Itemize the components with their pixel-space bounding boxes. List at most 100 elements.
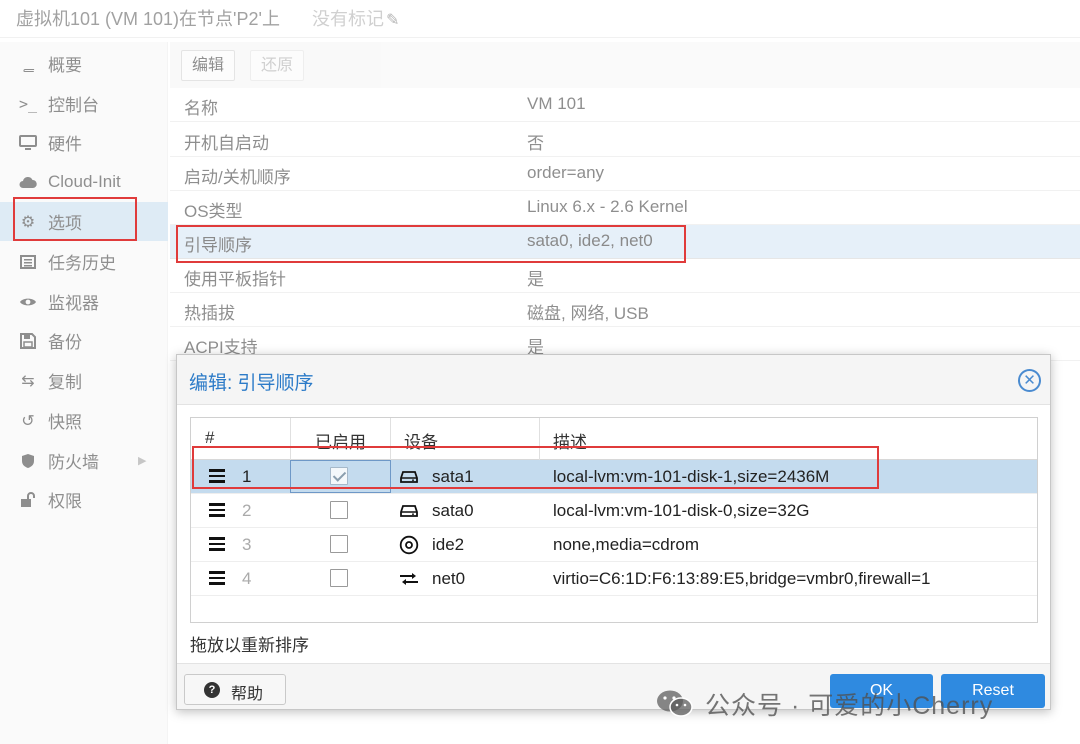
eye-icon bbox=[17, 292, 39, 312]
sidebar-item-summary[interactable]: 概要 bbox=[0, 44, 168, 83]
sidebar-item-label: 复制 bbox=[48, 373, 82, 392]
option-key: 引导顺序 bbox=[184, 236, 252, 255]
option-key: 名称 bbox=[184, 99, 218, 118]
help-button[interactable]: ? 帮助 bbox=[184, 674, 286, 705]
sidebar-item-cloud-init[interactable]: Cloud-Init bbox=[0, 162, 168, 201]
gear-icon: ⚙ bbox=[20, 213, 36, 231]
column-header-device[interactable]: 设备 bbox=[404, 428, 438, 453]
sidebar-item-label: 监视器 bbox=[48, 294, 99, 313]
dialog-footer: ? 帮助 OK Reset bbox=[177, 663, 1050, 709]
hdd-icon bbox=[399, 467, 419, 487]
sidebar-item-console[interactable]: >_ 控制台 bbox=[0, 84, 168, 123]
boot-row-sata0[interactable]: 2 sata0 local-lvm:vm-101-disk-0,size=32G bbox=[191, 494, 1037, 528]
option-key: 热插拔 bbox=[184, 304, 235, 323]
sidebar-item-label: 快照 bbox=[48, 413, 82, 432]
sidebar-item-label: Cloud-Init bbox=[48, 171, 121, 191]
option-key: OS类型 bbox=[184, 202, 243, 221]
book-icon bbox=[17, 54, 39, 74]
boot-order-grid: # 已启用 设备 描述 1 sata1 local-lvm:vm-101-dis… bbox=[190, 417, 1038, 623]
tags-edit[interactable]: 没有标记 ✎ bbox=[312, 5, 399, 31]
revert-button[interactable]: 还原 bbox=[250, 50, 305, 81]
options-row-ostype[interactable]: OS类型 Linux 6.x - 2.6 Kernel bbox=[170, 191, 1080, 225]
option-key: 启动/关机顺序 bbox=[184, 168, 291, 187]
terminal-icon: >_ bbox=[18, 94, 38, 113]
column-header-num[interactable]: # bbox=[205, 428, 214, 448]
sidebar-item-replication[interactable]: ⇆ 复制 bbox=[0, 361, 168, 400]
sidebar-item-label: 任务历史 bbox=[48, 254, 116, 273]
cdrom-icon bbox=[399, 535, 419, 555]
option-value: 是 bbox=[527, 270, 544, 289]
edit-button[interactable]: 编辑 bbox=[181, 50, 236, 81]
hdd-icon bbox=[399, 501, 419, 521]
enabled-checkbox[interactable] bbox=[330, 501, 348, 519]
sidebar-item-permissions[interactable]: 权限 bbox=[0, 480, 168, 519]
sidebar-item-label: 防火墙 bbox=[48, 453, 99, 472]
panel-title-bar: 虚拟机101 (VM 101)在节点'P2'上 没有标记 ✎ bbox=[0, 0, 1080, 38]
sidebar-item-backup[interactable]: 备份 bbox=[0, 321, 168, 360]
retweet-icon: ⇆ bbox=[21, 372, 35, 390]
enabled-checkbox[interactable] bbox=[330, 467, 348, 485]
boot-row-net0[interactable]: 4 net0 virtio=C6:1D:F6:13:89:E5,bridge=v… bbox=[191, 562, 1037, 596]
boot-row-ide2[interactable]: 3 ide2 none,media=cdrom bbox=[191, 528, 1037, 562]
enabled-checkbox[interactable] bbox=[330, 569, 348, 587]
column-header-enabled[interactable]: 已启用 bbox=[315, 428, 366, 453]
sidebar-item-hardware[interactable]: 硬件 bbox=[0, 123, 168, 162]
floppy-icon bbox=[17, 331, 39, 351]
column-header-description[interactable]: 描述 bbox=[553, 428, 587, 453]
column-divider bbox=[539, 418, 540, 460]
boot-description: virtio=C6:1D:F6:13:89:E5,bridge=vmbr0,fi… bbox=[553, 569, 931, 588]
dialog-header: 编辑: 引导顺序 ✕ bbox=[177, 355, 1050, 405]
sidebar-item-label: 备份 bbox=[48, 333, 82, 352]
options-row-onboot[interactable]: 开机自启动 否 bbox=[170, 123, 1080, 157]
options-row-boot-order[interactable]: 引导顺序 sata0, ide2, net0 bbox=[170, 225, 1080, 259]
vm-title: 虚拟机101 (VM 101)在节点'P2'上 bbox=[16, 9, 280, 29]
dialog-title: 编辑: 引导顺序 bbox=[189, 373, 314, 394]
drag-handle-icon[interactable] bbox=[209, 537, 225, 551]
drag-handle-icon[interactable] bbox=[209, 469, 225, 483]
exchange-icon bbox=[399, 569, 419, 589]
drag-handle-icon[interactable] bbox=[209, 571, 225, 585]
option-value: 否 bbox=[527, 134, 544, 153]
sidebar-item-monitor[interactable]: 监视器 bbox=[0, 282, 168, 321]
boot-device: ide2 bbox=[432, 535, 465, 554]
unlock-icon bbox=[17, 490, 39, 510]
sidebar-item-snapshots[interactable]: ↺ 快照 bbox=[0, 401, 168, 440]
drag-handle-icon[interactable] bbox=[209, 503, 225, 517]
close-icon[interactable]: ✕ bbox=[1018, 369, 1041, 392]
sidebar-item-firewall[interactable]: 防火墙 ▶ bbox=[0, 441, 168, 480]
enabled-checkbox[interactable] bbox=[330, 535, 348, 553]
ok-button[interactable]: OK bbox=[830, 674, 933, 708]
boot-row-num: 1 bbox=[242, 467, 252, 486]
boot-device: net0 bbox=[432, 569, 466, 588]
option-value: Linux 6.x - 2.6 Kernel bbox=[527, 197, 688, 216]
sidebar-item-label: 权限 bbox=[48, 492, 82, 511]
sidebar-item-task-history[interactable]: 任务历史 bbox=[0, 242, 168, 281]
sidebar-item-label: 控制台 bbox=[48, 96, 99, 115]
options-toolbar: 编辑 还原 bbox=[170, 42, 1080, 88]
shield-icon bbox=[17, 451, 39, 471]
boot-description: local-lvm:vm-101-disk-0,size=32G bbox=[553, 501, 810, 520]
options-row-tablet[interactable]: 使用平板指针 是 bbox=[170, 259, 1080, 293]
history-icon: ↺ bbox=[21, 412, 35, 430]
boot-row-sata1[interactable]: 1 sata1 local-lvm:vm-101-disk-1,size=243… bbox=[191, 460, 1037, 494]
options-row-hotplug[interactable]: 热插拔 磁盘, 网络, USB bbox=[170, 293, 1080, 327]
expand-arrow-icon[interactable]: ▶ bbox=[138, 454, 146, 467]
help-label: 帮助 bbox=[231, 686, 264, 703]
boot-device: sata1 bbox=[432, 467, 474, 486]
column-divider bbox=[390, 418, 391, 460]
options-row-startup[interactable]: 启动/关机顺序 order=any bbox=[170, 157, 1080, 191]
boot-device: sata0 bbox=[432, 501, 474, 520]
boot-row-num: 4 bbox=[242, 569, 252, 588]
column-divider bbox=[290, 418, 291, 460]
sidebar-item-options[interactable]: ⚙ 选项 bbox=[0, 202, 168, 241]
reset-button[interactable]: Reset bbox=[941, 674, 1045, 708]
boot-order-dialog: 编辑: 引导顺序 ✕ # 已启用 设备 描述 1 sata1 local-lvm… bbox=[176, 354, 1051, 710]
boot-description: none,media=cdrom bbox=[553, 535, 700, 554]
boot-row-num: 2 bbox=[242, 501, 252, 520]
options-row-name[interactable]: 名称 VM 101 bbox=[170, 88, 1080, 122]
tags-label: 没有标记 bbox=[312, 9, 384, 29]
list-icon bbox=[17, 252, 39, 272]
sidebar-item-label: 选项 bbox=[48, 214, 82, 233]
question-icon: ? bbox=[204, 682, 220, 698]
pencil-icon: ✎ bbox=[386, 12, 400, 29]
